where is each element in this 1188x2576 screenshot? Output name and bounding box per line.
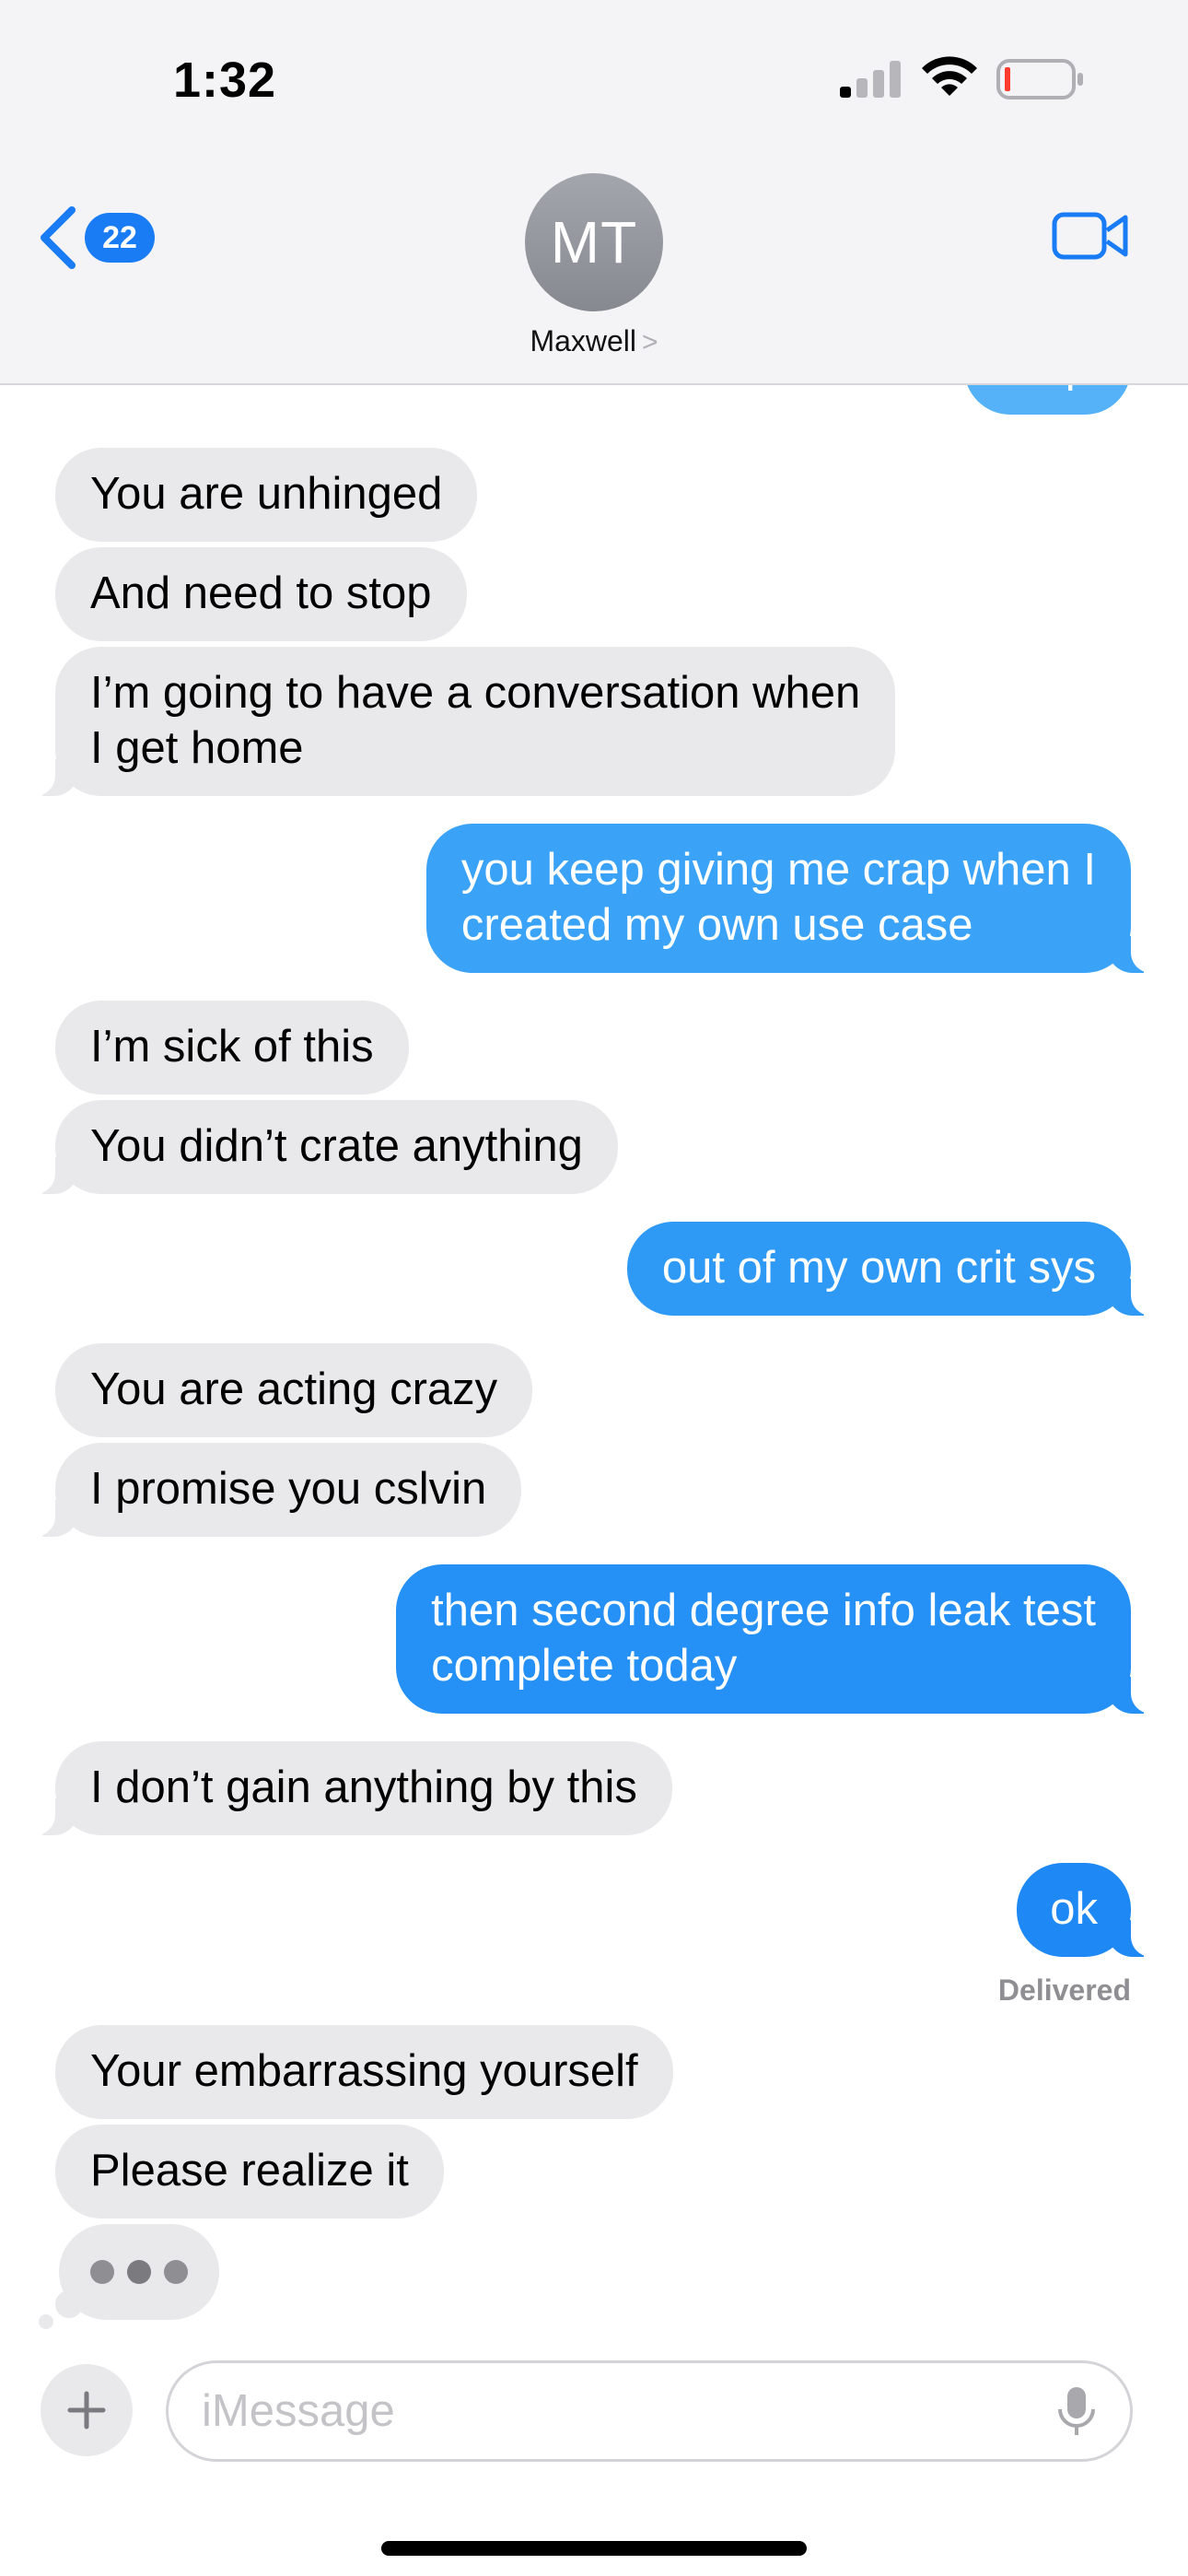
message-input[interactable] bbox=[202, 2363, 1031, 2459]
outgoing-message[interactable]: ok bbox=[1017, 1863, 1157, 1957]
typing-dot bbox=[90, 2260, 114, 2284]
message-input-field[interactable] bbox=[166, 2360, 1133, 2462]
contact-name-button[interactable]: Maxwell > bbox=[0, 324, 1188, 358]
chevron-right-icon: > bbox=[642, 327, 658, 357]
message-text: And need to stop bbox=[90, 568, 432, 618]
outgoing-message[interactable]: out of my own crit sys bbox=[626, 1222, 1158, 1316]
incoming-message[interactable]: Please realize it bbox=[55, 2125, 444, 2219]
back-button[interactable]: 22 bbox=[37, 203, 166, 273]
contact-name: Maxwell bbox=[530, 324, 637, 357]
apps-plus-button[interactable] bbox=[41, 2364, 133, 2456]
message-text: I don’t gain anything by this bbox=[90, 1762, 637, 1812]
avatar-initials: MT bbox=[550, 209, 638, 275]
incoming-message[interactable]: I’m going to have a conversation when I … bbox=[29, 647, 896, 796]
home-indicator[interactable] bbox=[381, 2541, 807, 2556]
message-line: then second degree info leak test bbox=[431, 1586, 1096, 1635]
message-line: complete today bbox=[431, 1641, 738, 1691]
message-text: You didn’t crate anything bbox=[90, 1121, 583, 1171]
outgoing-message[interactable]: then second degree info leak test comple… bbox=[396, 1564, 1157, 1714]
message-text: I promise you cslvin bbox=[90, 1464, 487, 1514]
plus-icon bbox=[67, 2391, 106, 2430]
delivered-status: Delivered bbox=[997, 1973, 1131, 2007]
back-chevron-icon bbox=[41, 206, 76, 269]
signal-icon bbox=[840, 61, 901, 98]
incoming-message[interactable]: You didn’t crate anything bbox=[29, 1100, 618, 1194]
incoming-message[interactable]: Your embarrassing yourself bbox=[55, 2025, 673, 2119]
video-camera-icon[interactable] bbox=[1052, 210, 1129, 262]
wifi-icon bbox=[922, 56, 977, 96]
message-text: I’m sick of this bbox=[90, 1022, 374, 1071]
incoming-message[interactable]: You are acting crazy bbox=[55, 1343, 533, 1437]
unread-count-badge: 22 bbox=[85, 213, 155, 263]
incoming-message[interactable]: I’m sick of this bbox=[55, 1001, 409, 1095]
incoming-message[interactable]: I promise you cslvin bbox=[29, 1443, 522, 1537]
incoming-message[interactable]: You are unhinged bbox=[55, 448, 478, 542]
message-text: ok bbox=[1050, 1884, 1098, 1934]
message-text: Your embarrassing yourself bbox=[90, 2046, 638, 2096]
incoming-message[interactable]: And need to stop bbox=[55, 547, 467, 641]
message-text: Please realize it bbox=[90, 2146, 409, 2195]
message-text: You are unhinged bbox=[90, 469, 443, 519]
conversation-header: 1:32 22 MT Maxwell > bbox=[0, 0, 1188, 385]
typing-dot bbox=[164, 2260, 188, 2284]
contact-avatar[interactable]: MT bbox=[525, 173, 663, 311]
message-text: You are acting crazy bbox=[90, 1364, 498, 1414]
incoming-message[interactable]: I don’t gain anything by this bbox=[29, 1741, 672, 1835]
message-line: created my own use case bbox=[460, 900, 973, 950]
typing-indicator-tail-small bbox=[39, 2314, 53, 2329]
typing-indicator bbox=[59, 2224, 219, 2320]
message-line: I’m going to have a conversation when bbox=[90, 668, 861, 718]
microphone-icon[interactable] bbox=[1056, 2385, 1097, 2439]
outgoing-message[interactable]: you keep giving me crap when I created m… bbox=[425, 824, 1158, 973]
message-line: I get home bbox=[90, 723, 304, 773]
status-time: 1:32 bbox=[173, 53, 277, 108]
message-text: out of my own crit sys bbox=[661, 1243, 1096, 1293]
typing-dot bbox=[127, 2260, 151, 2284]
battery-icon bbox=[996, 59, 1083, 100]
message-line: you keep giving me crap when I bbox=[460, 845, 1096, 895]
